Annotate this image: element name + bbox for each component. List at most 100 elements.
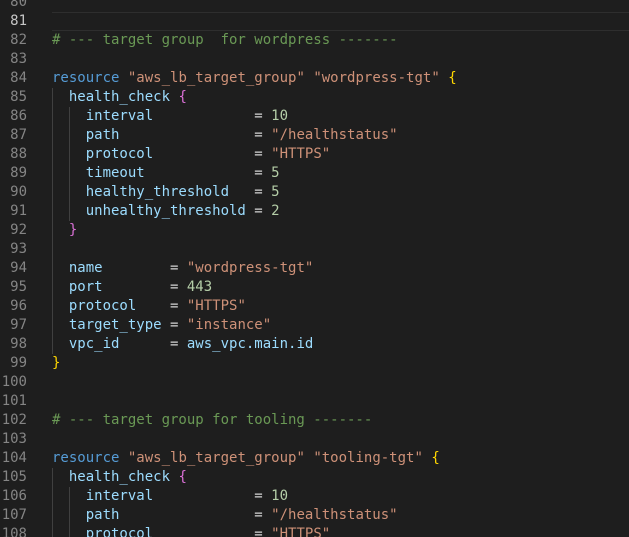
line-number: 93 <box>10 241 27 257</box>
token-string: "/healthstatus" <box>271 507 398 523</box>
token-ident: protocol <box>85 146 154 162</box>
indent-guide <box>52 183 53 202</box>
token-ident: name <box>68 260 103 276</box>
token-plain: = <box>153 488 272 504</box>
line-number: 106 <box>1 488 27 504</box>
code-line[interactable]: 94 name = "wordpress-tgt" <box>0 259 629 278</box>
token-plain: = <box>136 298 187 314</box>
indent-guide <box>52 221 53 240</box>
code-line[interactable]: 107 path = "/healthstatus" <box>0 506 629 525</box>
code-line[interactable]: 89 timeout = 5 <box>0 164 629 183</box>
token-plain: = <box>119 127 272 143</box>
code-line[interactable]: 98 vpc_id = aws_vpc.main.id <box>0 335 629 354</box>
code-line[interactable]: 95 port = 443 <box>0 278 629 297</box>
indent-guide <box>68 202 70 221</box>
token-string: "instance" <box>186 317 272 333</box>
code-line[interactable]: 103 <box>0 430 629 449</box>
token-comment: # --- target group for wordpress ------- <box>52 32 398 48</box>
line-number: 98 <box>10 336 27 352</box>
token-keyword: resource <box>52 70 120 86</box>
code-line[interactable]: 80 <box>0 0 629 12</box>
indent-guide <box>68 126 70 145</box>
line-number: 94 <box>10 260 27 276</box>
token-string: "wordpress-tgt" <box>313 70 440 86</box>
line-number: 99 <box>10 355 27 371</box>
code-editor[interactable]: 80 81 82 # --- target group for wordpress -… <box>0 0 629 537</box>
code-lines: 80 81 82 # --- target group for wordpress -… <box>0 0 629 537</box>
code-line[interactable]: 84 resource "aws_lb_target_group" "wordpr… <box>0 69 629 88</box>
code-text: path = "/healthstatus" <box>86 126 398 145</box>
token-string: "aws_lb_target_group" <box>127 70 305 86</box>
indent-guide <box>68 525 70 537</box>
code-text: protocol = "HTTPS" <box>69 297 246 316</box>
token-string: "/healthstatus" <box>271 127 398 143</box>
code-text: # --- target group for wordpress ------- <box>52 31 398 50</box>
code-text: protocol = "HTTPS" <box>86 145 330 164</box>
token-brace1: { <box>431 450 440 466</box>
indent-guide <box>68 183 70 202</box>
code-text: protocol = "HTTPS" <box>86 525 330 537</box>
code-text: healthy_threshold = 5 <box>86 183 280 202</box>
code-line[interactable]: 88 protocol = "HTTPS" <box>0 145 629 164</box>
code-line[interactable]: 101 <box>0 392 629 411</box>
indent-guide <box>52 145 53 164</box>
token-ident: health_check <box>68 89 171 105</box>
code-line[interactable]: 90 healthy_threshold = 5 <box>0 183 629 202</box>
code-line[interactable]: 108 protocol = "HTTPS" <box>0 525 629 537</box>
token-plain: = <box>119 507 272 523</box>
token-number: 5 <box>271 165 280 181</box>
code-line[interactable]: 86 interval = 10 <box>0 107 629 126</box>
code-line[interactable]: 96 protocol = "HTTPS" <box>0 297 629 316</box>
code-line[interactable]: 91 unhealthy_threshold = 2 <box>0 202 629 221</box>
indent-guide <box>52 316 53 335</box>
code-line[interactable]: 82 # --- target group for wordpress -----… <box>0 31 629 50</box>
code-line[interactable]: 106 interval = 10 <box>0 487 629 506</box>
token-keyword: resource <box>52 450 120 466</box>
indent-guide <box>52 107 53 126</box>
code-line[interactable]: 99} <box>0 354 629 373</box>
token-plain: = <box>102 260 187 276</box>
code-line[interactable]: 92} <box>0 221 629 240</box>
indent-guide <box>68 506 70 525</box>
token-ident: health_check <box>68 469 171 485</box>
line-number: 96 <box>10 298 27 314</box>
code-line[interactable]: 83 <box>0 50 629 69</box>
line-number: 81 <box>10 13 27 29</box>
code-line[interactable]: 105 health_check { <box>0 468 629 487</box>
line-number: 105 <box>1 469 27 485</box>
code-text: interval = 10 <box>86 107 288 126</box>
token-string: "HTTPS" <box>271 146 331 162</box>
line-number: 92 <box>10 222 27 238</box>
code-line[interactable]: 81 <box>0 12 629 31</box>
line-number: 107 <box>1 507 27 523</box>
code-line[interactable]: 97 target_type = "instance" <box>0 316 629 335</box>
code-text: path = "/healthstatus" <box>86 506 398 525</box>
token-ident: interval <box>85 108 154 124</box>
token-plain: = <box>229 184 272 200</box>
code-text: health_check { <box>69 468 187 487</box>
code-text: unhealthy_threshold = 2 <box>86 202 280 221</box>
token-string: "wordpress-tgt" <box>186 260 314 276</box>
indent-guide <box>52 335 53 354</box>
code-line[interactable]: 93 <box>0 240 629 259</box>
token-string: "tooling-tgt" <box>313 450 423 466</box>
token-number: 10 <box>271 108 289 124</box>
code-line[interactable]: 100 <box>0 373 629 392</box>
code-line[interactable]: 104 resource "aws_lb_target_group" "tooli… <box>0 449 629 468</box>
line-number: 95 <box>10 279 27 295</box>
token-ident: aws_vpc.main.id <box>186 336 314 352</box>
code-line[interactable]: 87 path = "/healthstatus" <box>0 126 629 145</box>
indent-guide <box>52 487 53 506</box>
code-text: } <box>69 221 77 240</box>
code-line[interactable]: 102 # --- target group for tooling ------… <box>0 411 629 430</box>
token-ident: healthy_threshold <box>85 184 230 200</box>
line-number: 100 <box>1 374 27 390</box>
line-number: 104 <box>1 450 27 466</box>
line-number: 84 <box>10 70 27 86</box>
code-text: timeout = 5 <box>86 164 280 183</box>
token-plain: = <box>144 165 272 181</box>
code-line[interactable]: 85 health_check { <box>0 88 629 107</box>
token-number: 443 <box>186 279 213 295</box>
line-number: 90 <box>10 184 27 200</box>
